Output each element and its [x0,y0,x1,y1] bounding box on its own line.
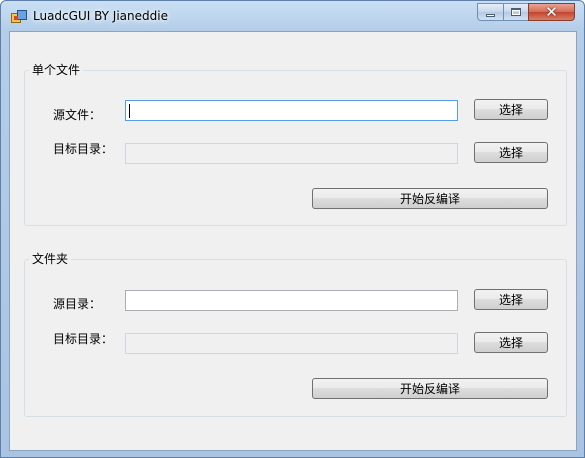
text-caret [129,104,130,118]
app-icon [11,10,27,23]
folder-group: 文件夹 源目录： 选择 目标目录： 选择 开始反编译 [24,252,567,417]
close-icon: ✕ [545,2,558,21]
single-target-label: 目标目录： [53,142,114,156]
close-button[interactable]: ✕ [528,3,575,21]
maximize-button[interactable] [503,3,529,21]
single-file-group-title: 单个文件 [29,63,84,77]
app-window: LuadcGUI BY Jianeddie ✕ 单个文件 源文件： 选择 目标目… [0,0,585,458]
window-title: LuadcGUI BY Jianeddie [33,9,168,23]
folder-source-label: 源目录： [53,297,102,311]
single-file-group: 单个文件 源文件： 选择 目标目录： 选择 开始反编译 [24,63,567,226]
folder-target-label: 目标目录： [53,332,114,346]
single-source-label: 源文件： [53,108,102,122]
folder-start-decompile-button[interactable]: 开始反编译 [312,378,548,399]
maximize-icon [511,8,521,16]
single-target-input [125,143,458,164]
single-start-decompile-button[interactable]: 开始反编译 [312,188,548,209]
folder-group-title: 文件夹 [29,252,72,266]
single-select-source-button[interactable]: 选择 [474,99,548,120]
client-area: 单个文件 源文件： 选择 目标目录： 选择 开始反编译 文件夹 源目录： 选择 … [9,31,577,451]
folder-select-source-button[interactable]: 选择 [474,289,548,310]
single-select-target-button[interactable]: 选择 [474,142,548,163]
minimize-icon [486,13,495,17]
minimize-button[interactable] [477,3,504,21]
title-bar[interactable]: LuadcGUI BY Jianeddie ✕ [1,1,584,31]
folder-target-input [125,333,458,354]
folder-select-target-button[interactable]: 选择 [474,332,548,353]
folder-source-input[interactable] [125,290,458,311]
single-source-input[interactable] [125,100,458,121]
